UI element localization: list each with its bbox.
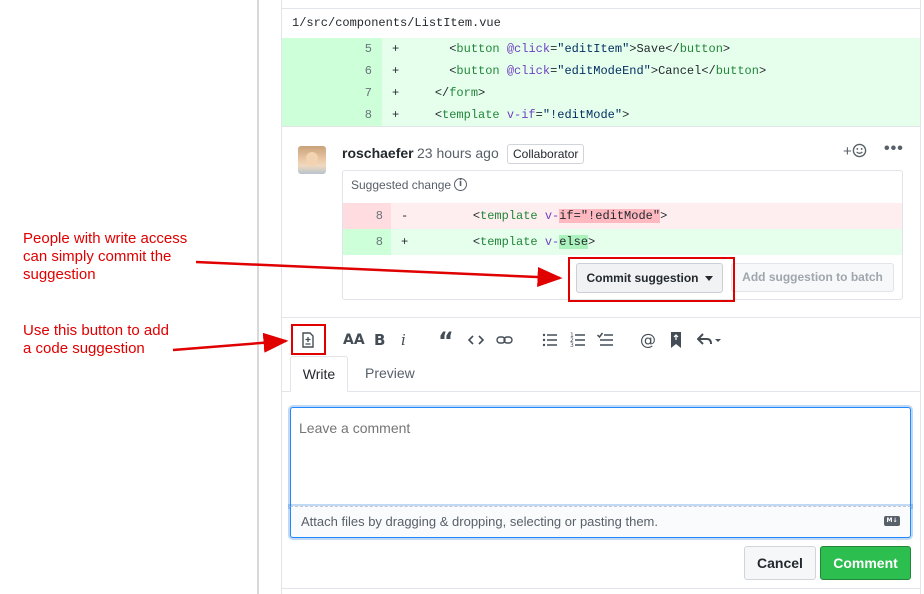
diff-sign: +: [392, 64, 400, 78]
diff-line: 6 + <button @click="editModeEnd">Cancel</…: [282, 60, 920, 82]
collaborator-badge: Collaborator: [507, 144, 585, 164]
diff-line: 8 + <template v-if="!editMode">: [282, 104, 920, 126]
reaction-plus: +: [843, 143, 852, 160]
bold-icon[interactable]: B: [374, 330, 385, 350]
tab-bar: [282, 391, 920, 392]
svg-text:3: 3: [570, 342, 574, 349]
smiley-icon: [852, 143, 867, 158]
bullet-list-icon[interactable]: [542, 331, 558, 349]
suggestion-deleted-line: 8 - <template v-if="!editMode">: [343, 203, 902, 229]
divider: [282, 588, 920, 589]
heading-icon[interactable]: AA: [343, 330, 365, 350]
code-content: <button @click="editItem">Save</button>: [449, 42, 731, 56]
cancel-button[interactable]: Cancel: [744, 546, 816, 580]
line-number: 8: [343, 203, 391, 229]
add-to-batch-button[interactable]: Add suggestion to batch: [731, 263, 894, 292]
commit-highlight-box: [568, 257, 735, 302]
comment-author[interactable]: roschaefer: [342, 145, 414, 161]
suggested-change-title: Suggested change: [351, 178, 452, 192]
add-reaction-button[interactable]: +: [843, 143, 867, 160]
diff-sign: +: [392, 42, 400, 56]
line-number: 8: [282, 104, 382, 126]
diff-sign: +: [392, 108, 400, 122]
line-number: 8: [343, 229, 391, 255]
markdown-icon[interactable]: M↓: [884, 516, 900, 526]
quote-icon[interactable]: “: [438, 329, 454, 353]
code-content: <template v-else>: [472, 235, 596, 249]
comment-textarea[interactable]: [290, 407, 911, 507]
code-content: </form>: [434, 86, 486, 100]
attach-files-text: Attach files by dragging & dropping, sel…: [301, 514, 658, 529]
italic-icon[interactable]: i: [401, 330, 406, 350]
tab-write[interactable]: Write: [290, 356, 348, 392]
line-number: 7: [282, 82, 382, 104]
link-icon[interactable]: [496, 331, 513, 349]
code-content: <template v-if="!editMode">: [434, 108, 630, 122]
diff-sign: +: [392, 86, 400, 100]
comment-timestamp[interactable]: 23 hours ago: [417, 145, 499, 161]
timeline-rail: [257, 0, 259, 594]
diff-line: 7 + </form>: [282, 82, 920, 104]
diff-sign: +: [401, 235, 409, 249]
reply-icon[interactable]: [697, 331, 723, 349]
more-options-button[interactable]: •••: [884, 140, 904, 158]
reference-icon[interactable]: [670, 331, 682, 349]
diff-line: 5 + <button @click="editItem">Save</butto…: [282, 38, 920, 60]
line-number: 5: [282, 38, 382, 60]
task-list-icon[interactable]: [597, 331, 614, 349]
code-icon[interactable]: [468, 331, 484, 349]
suggestion-added-line: 8 + <template v-else>: [343, 229, 902, 255]
mention-icon[interactable]: @: [640, 330, 656, 350]
file-path[interactable]: 1/src/components/ListItem.vue: [282, 8, 920, 38]
attach-files-dropzone[interactable]: Attach files by dragging & dropping, sel…: [290, 506, 911, 538]
code-content: <button @click="editModeEnd">Cancel</but…: [449, 64, 767, 78]
numbered-list-icon[interactable]: 123: [570, 331, 586, 349]
avatar[interactable]: [298, 146, 326, 174]
commit-annotation: People with write access can simply comm…: [23, 230, 188, 283]
diff-sign: -: [401, 209, 409, 223]
insert-suggestion-icon[interactable]: [299, 331, 317, 349]
suggest-annotation: Use this button to add a code suggestion: [23, 322, 169, 357]
suggest-arrow: [172, 332, 289, 353]
code-content: <template v-if="!editMode">: [472, 209, 668, 223]
line-number: 6: [282, 60, 382, 82]
info-icon[interactable]: i: [454, 178, 467, 191]
comment-button[interactable]: Comment: [820, 546, 911, 580]
tab-preview[interactable]: Preview: [365, 365, 415, 381]
